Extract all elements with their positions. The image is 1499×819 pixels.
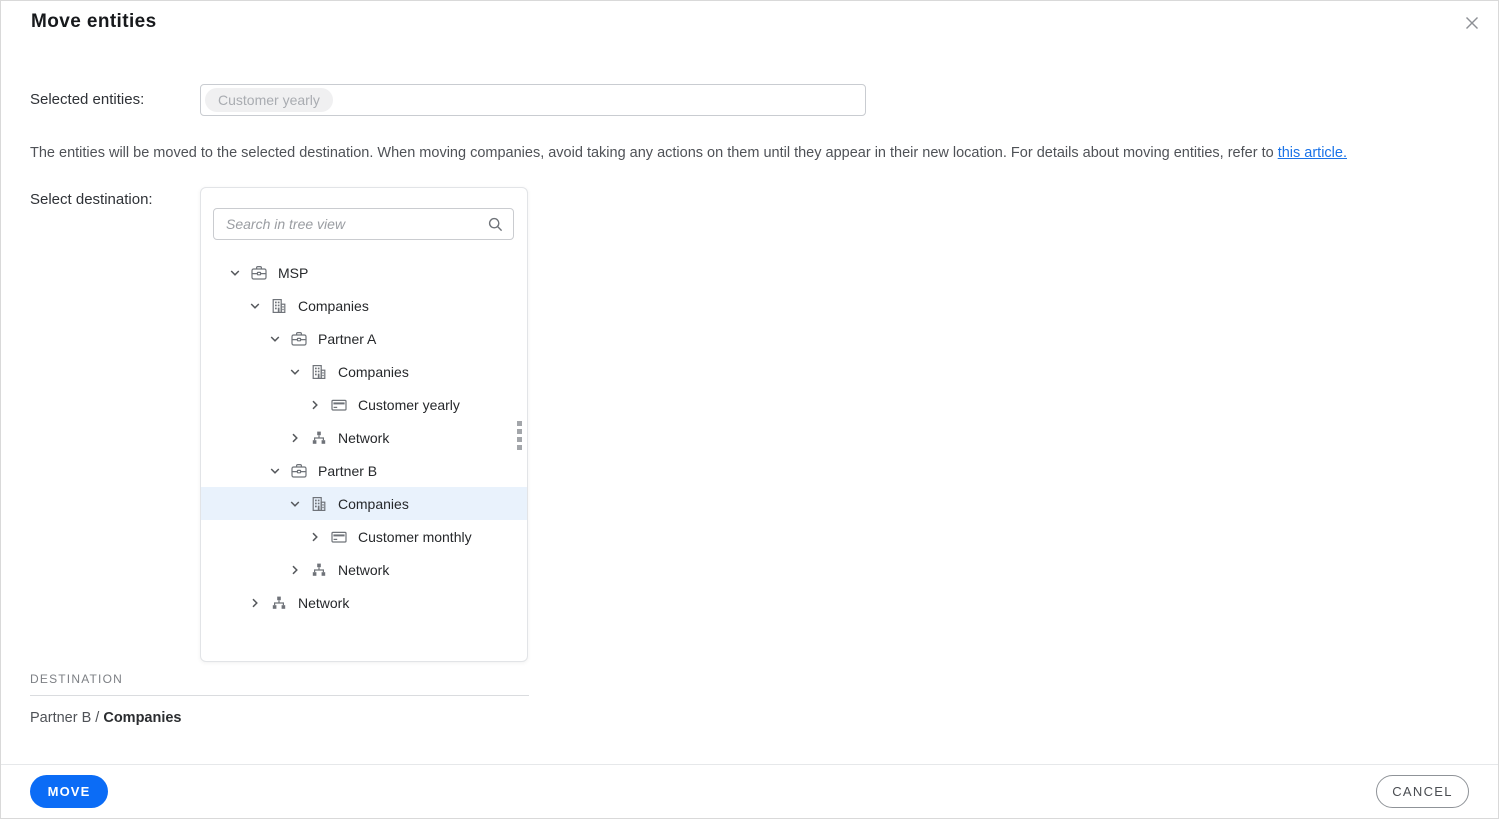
destination-tree: MSP Companies Partner A Companies Customer y…	[201, 256, 527, 619]
tree-row[interactable]: Customer monthly	[201, 520, 527, 553]
companies-icon	[270, 297, 288, 315]
chevron-down-icon[interactable]	[227, 265, 243, 281]
dialog-header: Move entities	[1, 1, 1498, 35]
tree-node-label: Companies	[298, 297, 369, 314]
entity-chip: Customer yearly	[205, 88, 333, 112]
tree-row[interactable]: Network	[201, 586, 527, 619]
search-icon	[487, 216, 504, 233]
dialog-footer: MOVE CANCEL	[1, 764, 1498, 818]
tree-node-label: Network	[338, 561, 390, 578]
customer-icon	[330, 396, 348, 414]
destination-tree-panel: MSP Companies Partner A Companies Customer y…	[200, 187, 528, 662]
tree-node-label: MSP	[278, 264, 309, 281]
partner-icon	[290, 330, 308, 348]
tree-row[interactable]: Network	[201, 553, 527, 586]
tree-row[interactable]: Partner B	[201, 454, 527, 487]
chevron-down-icon[interactable]	[267, 331, 283, 347]
partner-icon	[250, 264, 268, 282]
tree-row[interactable]: Companies	[201, 355, 527, 388]
selected-entities-row: Selected entities: Customer yearly	[1, 84, 1498, 116]
tree-search-box	[213, 208, 514, 240]
close-button[interactable]	[1458, 9, 1486, 37]
tree-row[interactable]: Network	[201, 421, 527, 454]
breadcrumb-current: Companies	[103, 710, 182, 726]
customer-icon	[330, 528, 348, 546]
tree-node-label: Companies	[338, 363, 409, 380]
chevron-down-icon[interactable]	[267, 463, 283, 479]
destination-divider	[30, 695, 529, 696]
tree-node-label: Partner A	[318, 330, 377, 347]
selected-entities-label: Selected entities:	[30, 91, 145, 108]
chevron-right-icon[interactable]	[307, 397, 323, 413]
close-icon	[1463, 14, 1481, 32]
tree-row[interactable]: MSP	[201, 256, 527, 289]
tree-node-label: Partner B	[318, 462, 378, 479]
dialog-title: Move entities	[31, 11, 157, 32]
select-destination-row: Select destination: MSP Companies Partner …	[1, 187, 1498, 662]
companies-icon	[310, 495, 328, 513]
network-icon	[310, 429, 328, 447]
selected-entities-input[interactable]: Customer yearly	[200, 84, 866, 116]
move-button[interactable]: MOVE	[30, 775, 108, 808]
tree-row[interactable]: Customer yearly	[201, 388, 527, 421]
network-icon	[270, 594, 288, 612]
tree-node-label: Customer yearly	[358, 396, 460, 413]
tree-scrollbar-thumb[interactable]	[517, 421, 522, 450]
tree-row[interactable]: Companies	[201, 487, 527, 520]
destination-breadcrumb: Partner B / Companies	[30, 710, 1498, 726]
chevron-down-icon[interactable]	[287, 496, 303, 512]
tree-row[interactable]: Companies	[201, 289, 527, 322]
select-destination-label: Select destination:	[30, 191, 153, 208]
tree-node-label: Network	[298, 594, 350, 611]
tree-node-label: Customer monthly	[358, 528, 472, 545]
chevron-right-icon[interactable]	[307, 529, 323, 545]
breadcrumb-separator: /	[91, 710, 104, 726]
this-article-link[interactable]: this article.	[1278, 145, 1347, 161]
destination-summary: DESTINATION Partner B / Companies	[30, 672, 1498, 726]
chevron-down-icon[interactable]	[247, 298, 263, 314]
partner-icon	[290, 462, 308, 480]
tree-search-input[interactable]	[226, 216, 487, 232]
move-entities-dialog: Move entities Selected entities: Custome…	[0, 0, 1499, 819]
chevron-down-icon[interactable]	[287, 364, 303, 380]
tree-node-label: Companies	[338, 495, 409, 512]
description-text: The entities will be moved to the select…	[30, 145, 1469, 161]
tree-node-label: Network	[338, 429, 390, 446]
chevron-right-icon[interactable]	[287, 430, 303, 446]
description-body: The entities will be moved to the select…	[30, 145, 1278, 161]
tree-row[interactable]: Partner A	[201, 322, 527, 355]
destination-heading: DESTINATION	[30, 672, 123, 686]
chevron-right-icon[interactable]	[287, 562, 303, 578]
cancel-button[interactable]: CANCEL	[1376, 775, 1469, 808]
companies-icon	[310, 363, 328, 381]
network-icon	[310, 561, 328, 579]
chevron-right-icon[interactable]	[247, 595, 263, 611]
breadcrumb-parent: Partner B	[30, 710, 92, 726]
